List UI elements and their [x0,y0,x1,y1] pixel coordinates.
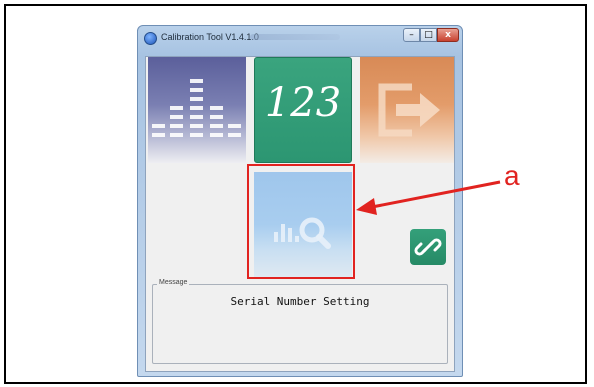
callout-label: a [504,160,520,191]
callout-arrow [356,180,501,215]
